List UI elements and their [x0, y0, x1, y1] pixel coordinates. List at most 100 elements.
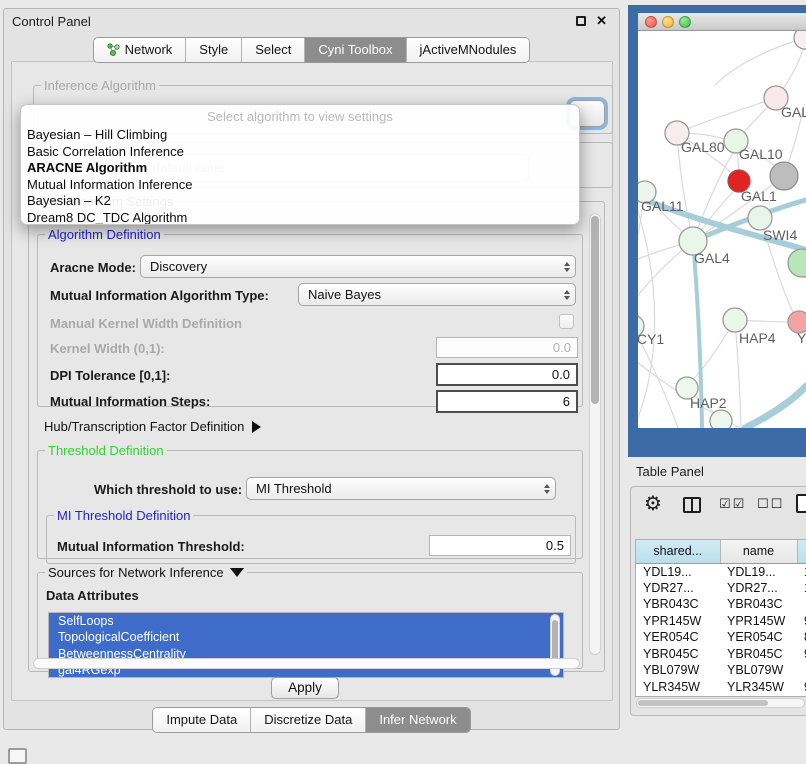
kernel-width-field[interactable]: 0.0	[436, 337, 578, 358]
gear-icon[interactable]: ⚙	[644, 491, 662, 515]
table-cell[interactable]: YIL052C	[636, 695, 720, 697]
algorithm-option-mutual-information-inference[interactable]: Mutual Information Inference	[21, 176, 579, 193]
table-cell[interactable]: YIL052C	[720, 695, 797, 697]
mi-steps-field[interactable]: 6	[436, 390, 578, 413]
table-cell[interactable]: 12	[797, 580, 806, 597]
table-horizontal-scrollbar[interactable]	[636, 698, 805, 708]
table-cell[interactable]: 13	[797, 563, 806, 580]
table-row[interactable]: YPR145WYPR145W9.	[636, 613, 806, 630]
tab-discretize-data[interactable]: Discretize Data	[250, 708, 365, 732]
which-threshold-select[interactable]: MI Threshold	[246, 477, 556, 500]
select-all-checkboxes-icon[interactable]: ☑☑	[719, 497, 746, 512]
tab-infer-network[interactable]: Infer Network	[365, 708, 469, 732]
table-cell[interactable]	[797, 662, 806, 679]
apply-button[interactable]: Apply	[271, 677, 339, 699]
table-cell[interactable]: YDL19...	[720, 563, 797, 580]
scrollbar-thumb[interactable]	[552, 620, 558, 662]
scrollbar-thumb[interactable]	[638, 700, 768, 706]
zoom-traffic-light-icon[interactable]	[679, 16, 691, 28]
network-edge[interactable]	[689, 98, 776, 128]
table-row[interactable]: YER054CYER054C8.	[636, 629, 806, 646]
table-cell[interactable]: 9.	[797, 679, 806, 696]
algorithm-option-dream8-dc-tdc-algorithm[interactable]: Dream8 DC_TDC Algorithm	[21, 209, 579, 225]
table-cell[interactable]: 9.	[797, 613, 806, 630]
network-node[interactable]	[710, 410, 732, 428]
column-header-name[interactable]: name	[720, 540, 797, 563]
tab-network[interactable]: Network	[94, 38, 186, 62]
table-row[interactable]: YBR043CYBR043C	[636, 596, 806, 613]
table-row[interactable]: YIL052CYIL052C9	[636, 695, 806, 697]
dpi-tolerance-field[interactable]: 0.0	[436, 363, 578, 386]
scrollbar-thumb[interactable]	[591, 216, 599, 404]
settings-vertical-scrollbar[interactable]	[589, 213, 601, 655]
tab-select[interactable]: Select	[241, 38, 304, 62]
tab-style[interactable]: Style	[185, 38, 241, 62]
hub-factor-expander[interactable]: Hub/Transcription Factor Definition	[44, 419, 261, 434]
aracne-mode-label: Aracne Mode:	[50, 260, 136, 275]
column-header-shared[interactable]: shared...	[636, 540, 720, 563]
mi-threshold-field[interactable]: 0.5	[429, 535, 571, 556]
network-node[interactable]	[794, 31, 806, 49]
attribute-item-selfloops[interactable]: SelfLoops	[49, 613, 563, 629]
table-cell[interactable]: YLR345W	[720, 679, 797, 696]
new-table-icon[interactable]	[796, 494, 806, 513]
deselect-all-checkboxes-icon[interactable]: ☐☐	[757, 497, 784, 512]
network-edge[interactable]	[715, 38, 805, 85]
table-cell[interactable]: YBR045C	[636, 646, 720, 663]
table-row[interactable]: YDL19...YDL19...13	[636, 563, 806, 580]
table-cell[interactable]: YBR043C	[636, 596, 720, 613]
mi-type-label: Mutual Information Algorithm Type:	[50, 288, 269, 303]
network-canvas[interactable]: GAL2GAL80GAL10GAL1GAL11SWI4GAL4GCY1HAP4Y…	[638, 31, 806, 428]
tab-impute-data[interactable]: Impute Data	[153, 708, 250, 732]
table-cell[interactable]: YBL079W	[720, 662, 797, 679]
columns-icon[interactable]	[683, 497, 701, 513]
network-node-hap4[interactable]	[723, 308, 747, 332]
table-cell[interactable]: 9	[797, 695, 806, 697]
mi-algorithm-type-select[interactable]: Naive Bayes	[298, 283, 576, 306]
network-edge-highlighted[interactable]	[745, 386, 806, 428]
table-row[interactable]: YBL079WYBL079W	[636, 662, 806, 679]
table-cell[interactable]: YDR27...	[720, 580, 797, 597]
attribute-item-topologicalcoefficient[interactable]: TopologicalCoefficient	[49, 629, 563, 645]
tab-jactivemnodules[interactable]: jActiveMNodules	[406, 38, 530, 62]
settings-horizontal-scrollbar[interactable]	[33, 658, 580, 669]
table-row[interactable]: YBR045CYBR045C9.	[636, 646, 806, 663]
network-edge[interactable]	[638, 205, 655, 425]
table-cell[interactable]: 9.	[797, 646, 806, 663]
node-label-gal4: GAL4	[694, 250, 730, 266]
algorithm-option-bayesian-k2[interactable]: Bayesian – K2	[21, 192, 579, 209]
tab-cyni-toolbox[interactable]: Cyni Toolbox	[304, 38, 405, 62]
table-row[interactable]: YDR27...YDR27...12	[636, 580, 806, 597]
table-cell[interactable]: YDL19...	[636, 563, 720, 580]
table-row[interactable]: YLR345WYLR345W9.	[636, 679, 806, 696]
minimize-traffic-light-icon[interactable]	[662, 16, 674, 28]
table-cell[interactable]: YPR145W	[636, 613, 720, 630]
column-header-a[interactable]: A	[797, 540, 806, 563]
algorithm-option-aracne-algorithm[interactable]: ARACNE Algorithm	[21, 159, 579, 176]
table-cell[interactable]: YER054C	[720, 629, 797, 646]
table-cell[interactable]: YDR27...	[636, 580, 720, 597]
table-cell[interactable]: 8.	[797, 629, 806, 646]
network-node[interactable]	[788, 249, 806, 277]
float-panel-icon[interactable]	[576, 16, 586, 26]
table-cell[interactable]: YBR045C	[720, 646, 797, 663]
mi-type-value: Naive Bayes	[299, 287, 559, 302]
table-cell[interactable]: YBR043C	[720, 596, 797, 613]
table-cell[interactable]: YLR345W	[636, 679, 720, 696]
node-label-hap2: HAP2	[690, 395, 727, 411]
algorithm-option-basic-correlation-inference[interactable]: Basic Correlation Inference	[21, 143, 579, 160]
table-cell[interactable]: YPR145W	[720, 613, 797, 630]
network-window-titlebar[interactable]	[638, 13, 806, 31]
sources-title-label: Sources for Network Inference	[48, 565, 224, 580]
network-node[interactable]	[770, 162, 798, 190]
collapse-arrow-icon[interactable]	[230, 568, 244, 577]
table-panel: ⚙ ☑☑ ☐☐ shared...nameA YDL19...YDL19...1…	[630, 486, 806, 716]
manual-kernel-checkbox[interactable]	[559, 314, 574, 329]
table-cell[interactable]	[797, 596, 806, 613]
close-traffic-light-icon[interactable]	[645, 16, 657, 28]
table-cell[interactable]: YBL079W	[636, 662, 720, 679]
aracne-mode-select[interactable]: Discovery	[140, 255, 576, 278]
algorithm-option-bayesian-hill-climbing[interactable]: Bayesian – Hill Climbing	[21, 126, 579, 143]
close-icon[interactable]: ✕	[596, 13, 607, 29]
table-cell[interactable]: YER054C	[636, 629, 720, 646]
